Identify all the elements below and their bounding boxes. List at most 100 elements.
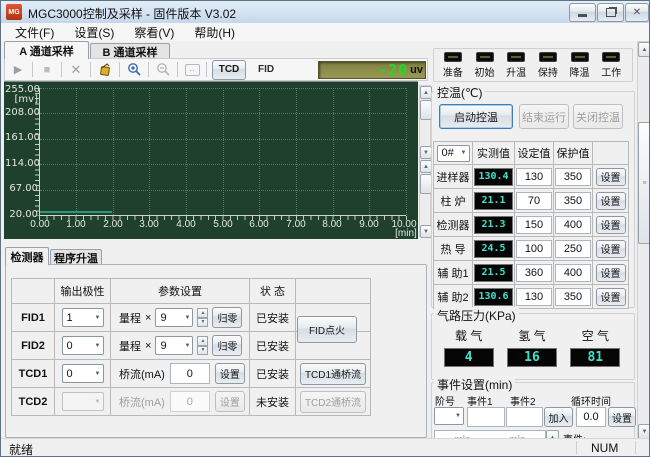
zone-name: 进样器 [434, 165, 472, 188]
tcd1-status: 已安装 [250, 360, 295, 387]
injector-set-button[interactable]: 设置 [596, 168, 626, 186]
fid1-range-spinner[interactable]: ▲▼ [197, 308, 208, 327]
x-tick-label: 7.00 [280, 219, 312, 230]
tcd1-bridge-on-button[interactable]: TCD1通桥流 [300, 363, 366, 385]
aux2-set-button[interactable]: 设置 [596, 288, 626, 306]
oven-set-input[interactable]: 70 [516, 192, 552, 210]
tcd1-bridge-input[interactable]: 0 [170, 363, 210, 384]
spinner-up-icon[interactable]: ▲ [197, 336, 208, 346]
header-params: 参数设置 [111, 279, 249, 303]
menu-settings[interactable]: 设置(S) [64, 22, 124, 43]
close-icon: ✕ [633, 7, 641, 18]
start-acquisition-button[interactable]: ▶ [9, 61, 27, 78]
aux1-set-button[interactable]: 设置 [596, 264, 626, 282]
tcd-protect-input[interactable]: 250 [555, 240, 591, 258]
cycle-time-input[interactable]: 0.0 [576, 407, 606, 427]
cell: 150 [515, 213, 553, 236]
stage-dropdown[interactable]: ▼ [434, 407, 464, 425]
scroll-down-icon[interactable]: ▼ [638, 424, 650, 439]
event2-input[interactable] [506, 407, 543, 427]
add-event-button[interactable]: 加入 [544, 407, 573, 427]
spinner-down-icon[interactable]: ▼ [197, 318, 208, 328]
panel-scrollbar[interactable]: ▲ ≡ ▼ [637, 41, 650, 438]
bridge-label: 桥流(mA) [119, 394, 165, 410]
signal-value: -20 [378, 61, 408, 79]
y-tick-label: 114.00 [5, 158, 38, 169]
detector-set-button[interactable]: 设置 [596, 216, 626, 234]
close-button[interactable]: ✕ [625, 3, 649, 22]
gridline [76, 88, 77, 215]
aux1-protect-input[interactable]: 400 [555, 264, 591, 282]
fit-view-button[interactable]: ↔ [183, 61, 201, 78]
detector-table: 输出极性 参数设置 状 态 FID1 1▼ 量程 × 9▼ ▲▼ 归零 已安装 … [11, 278, 371, 416]
fid1-polarity-dropdown[interactable]: 1▼ [62, 308, 104, 327]
aux2-actual-lcd: 130.6 [474, 288, 513, 306]
scrollbar-thumb[interactable]: ≡ [638, 122, 650, 244]
fid2-range-dropdown[interactable]: 9▼ [155, 336, 193, 355]
fid2-zero-button[interactable]: 归零 [212, 335, 242, 356]
restore-button[interactable] [597, 3, 624, 22]
fid1-range-dropdown[interactable]: 9▼ [155, 308, 193, 327]
zero-bucket-icon [98, 63, 112, 77]
led-working: 工作 [595, 52, 627, 79]
zoom-in-button[interactable] [125, 61, 143, 78]
oven-set-button[interactable]: 设置 [596, 192, 626, 210]
y-minor-ticks [35, 88, 39, 216]
tcd-actual-lcd: 24.5 [474, 240, 513, 258]
cycle-set-button[interactable]: 设置 [608, 407, 636, 427]
restore-icon [606, 8, 616, 17]
clear-button[interactable]: ✕ [67, 61, 85, 78]
aux1-set-input[interactable]: 360 [516, 264, 552, 282]
fid2-polarity-dropdown[interactable]: 0▼ [62, 336, 104, 355]
toolbar-separator [148, 62, 149, 77]
zero-adjust-button[interactable] [96, 61, 114, 78]
zoom-out-button[interactable] [154, 61, 172, 78]
event1-input[interactable] [467, 407, 505, 427]
aux2-set-input[interactable]: 130 [516, 288, 552, 306]
zone-selector-dropdown[interactable]: 0#▼ [437, 145, 470, 162]
cell: 设置 [593, 213, 628, 236]
stop-acquisition-button[interactable]: ■ [38, 61, 56, 78]
tab-temp-program[interactable]: 程序升温 [50, 249, 102, 265]
menu-file[interactable]: 文件(F) [5, 22, 64, 43]
tab-detector[interactable]: 检测器 [5, 247, 49, 265]
injector-protect-input[interactable]: 350 [555, 168, 591, 186]
injector-set-input[interactable]: 130 [516, 168, 552, 186]
start-temp-button[interactable]: 启动控温 [439, 104, 513, 129]
detector-protect-input[interactable]: 400 [555, 216, 591, 234]
status-bar: 就绪 NUM [1, 438, 649, 456]
spinner-down-icon[interactable]: ▼ [197, 346, 208, 356]
minimize-button[interactable] [569, 3, 596, 22]
cell: 100 [515, 237, 553, 260]
fid2-status: 已安装 [250, 332, 295, 359]
menu-help[interactable]: 帮助(H) [184, 22, 245, 43]
fid-ignite-button[interactable]: FID点火 [297, 316, 357, 343]
tcd1-set-button[interactable]: 设置 [215, 363, 245, 384]
header-cell [12, 279, 54, 303]
tcd-set-input[interactable]: 100 [516, 240, 552, 258]
tab-channel-b[interactable]: B 通道采样 [90, 43, 170, 59]
aux2-protect-input[interactable]: 350 [555, 288, 591, 306]
oven-protect-input[interactable]: 350 [555, 192, 591, 210]
cell: 400 [554, 213, 592, 236]
close-temp-button: 关闭控温 [573, 104, 623, 129]
zone-name: 辅 助2 [434, 285, 472, 308]
detector-set-input[interactable]: 150 [516, 216, 552, 234]
fid-toggle-button[interactable]: FID [258, 64, 274, 75]
scroll-up-icon[interactable]: ▲ [638, 42, 650, 57]
chart-scrollbar[interactable]: ▲ ▼ ▲ ▼ [419, 85, 431, 237]
chromatogram-chart[interactable]: 255.00 [mv] 208.00 161.00 114.00 67.00 2… [4, 81, 418, 239]
tab-channel-a[interactable]: A 通道采样 [4, 41, 89, 59]
tcd-set-button[interactable]: 设置 [596, 240, 626, 258]
dropdown-value: 1 [67, 312, 73, 324]
dropdown-value: 0 [67, 340, 73, 352]
fid1-zero-button[interactable]: 归零 [212, 307, 242, 328]
spinner-up-icon[interactable]: ▲ [197, 308, 208, 318]
header-cell [296, 279, 370, 303]
tcd1-polarity-dropdown[interactable]: 0▼ [62, 364, 104, 383]
event1-label: 事件1 [467, 393, 493, 408]
cell: 21.1 [473, 189, 514, 212]
tcd-toggle-button[interactable]: TCD [212, 60, 246, 80]
fid2-range-spinner[interactable]: ▲▼ [197, 336, 208, 355]
menu-view[interactable]: 察看(V) [124, 22, 184, 43]
